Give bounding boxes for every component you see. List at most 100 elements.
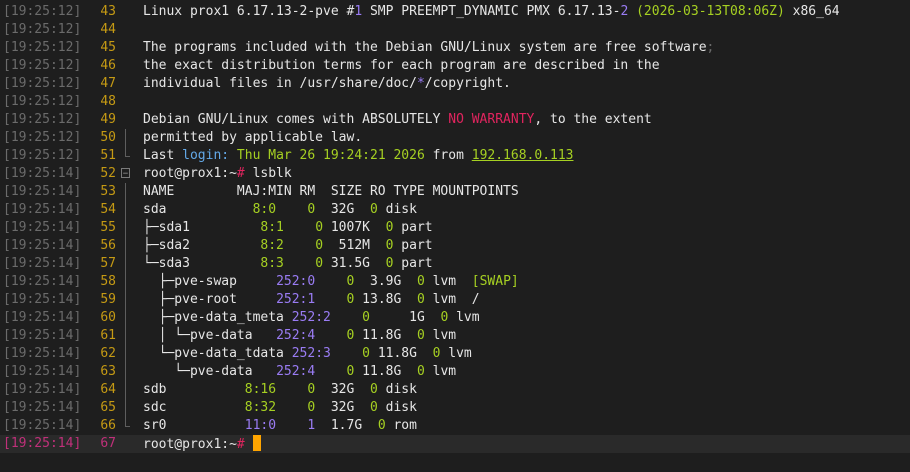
- line-number: 44: [100, 22, 116, 37]
- text-segment: 32G: [315, 382, 370, 397]
- line-timestamp: [19:25:14]: [3, 382, 82, 397]
- line-number: 48: [100, 94, 116, 109]
- text-segment: 252:4: [276, 328, 316, 343]
- terminal-line: [19:25:14] 52 root@prox1:~# lsblk: [0, 165, 910, 183]
- text-segment: individual files in /usr/share/doc/: [143, 76, 417, 91]
- text-segment: 8:1: [260, 220, 284, 235]
- terminal-line: [19:25:12] 47 individual files in /usr/sha…: [0, 75, 910, 93]
- terminal-line: [19:25:14] 53 NAME MAJ:MIN RM SIZE RO TYPE…: [0, 183, 910, 201]
- text-segment: 32G: [315, 400, 370, 415]
- text-segment: 0: [315, 220, 324, 235]
- fold-guide: [121, 147, 131, 165]
- text-segment: rom: [385, 418, 417, 433]
- text-segment: ├─pve-root: [143, 292, 277, 307]
- line-timestamp: [19:25:14]: [3, 202, 82, 217]
- text-segment: disk: [377, 400, 417, 415]
- terminal-line: [19:25:12] 43 Linux prox1 6.17.13-2-pve #1…: [0, 3, 910, 21]
- fold-guide: [121, 201, 131, 219]
- text-segment: [284, 238, 315, 253]
- line-timestamp: [19:25:14]: [3, 400, 82, 415]
- terminal-line: [19:25:14] 58 ├─pve-swap 252:0 0 3.9G 0 l…: [0, 273, 910, 291]
- text-segment: 1007K: [323, 220, 386, 235]
- fold-guide: [121, 399, 131, 417]
- text-segment: [276, 202, 307, 217]
- text-segment: part: [393, 220, 433, 235]
- line-timestamp: [19:25:14]: [3, 328, 82, 343]
- fold-guide: [121, 309, 131, 327]
- text-segment: root@prox1:~: [143, 437, 237, 452]
- terminal-line: [19:25:12] 51 Last login: Thu Mar 26 19:24…: [0, 147, 910, 165]
- line-text: NAME MAJ:MIN RM SIZE RO TYPE MOUNTPOINTS: [143, 183, 519, 201]
- text-segment: └─pve-data_tdata: [143, 346, 292, 361]
- text-segment: #: [236, 437, 245, 452]
- text-segment: 252:2: [291, 310, 331, 325]
- text-segment: login:: [182, 148, 230, 163]
- line-timestamp: [19:25:14]: [3, 166, 82, 181]
- text-segment: 0: [370, 202, 378, 217]
- text-segment: 252:4: [276, 364, 316, 379]
- text-segment: 0: [370, 400, 378, 415]
- text-segment: 0: [362, 310, 370, 325]
- text-segment: 252:1: [276, 292, 316, 307]
- text-segment: NAME MAJ:MIN RM SIZE RO TYPE MOUNTPOINTS: [143, 184, 519, 199]
- text-segment: lvm: [424, 274, 472, 289]
- terminal-line: [19:25:12] 46 the exact distribution terms…: [0, 57, 910, 75]
- line-number: 51: [100, 148, 116, 163]
- terminal-line: [19:25:14] 60 ├─pve-data_tmeta 252:2 0 1G…: [0, 309, 910, 327]
- fold-collapse-icon[interactable]: [121, 165, 131, 183]
- text-segment: 11.8G: [354, 328, 417, 343]
- text-segment: 0: [315, 238, 324, 253]
- text-segment: sdb: [143, 382, 245, 397]
- text-segment: 1: [354, 4, 363, 19]
- line-number: 67: [100, 436, 116, 451]
- line-timestamp: [19:25:14]: [3, 274, 82, 289]
- text-segment: [276, 418, 307, 433]
- fold-guide: [121, 129, 131, 147]
- terminal-line: [19:25:14] 66 sr0 11:0 1 1.7G 0 rom: [0, 417, 910, 435]
- line-text: Last login: Thu Mar 26 19:24:21 2026 fro…: [143, 147, 574, 165]
- text-segment: 8:0: [252, 202, 277, 217]
- text-segment: lsblk: [244, 166, 292, 181]
- line-text: └─pve-data_tdata 252:3 0 11.8G 0 lvm: [143, 345, 472, 363]
- text-segment: 0: [362, 346, 370, 361]
- text-segment: disk: [377, 202, 417, 217]
- text-segment: ├─pve-swap: [143, 274, 277, 289]
- line-number: 46: [100, 58, 116, 73]
- line-timestamp: [19:25:12]: [3, 112, 82, 127]
- line-text: The programs included with the Debian GN…: [143, 39, 714, 57]
- text-segment: ├─pve-data_tmeta: [143, 310, 292, 325]
- text-segment: [628, 4, 636, 19]
- terminal-line: [19:25:12] 49 Debian GNU/Linux comes with …: [0, 111, 910, 129]
- line-text: └─pve-data 252:4 0 11.8G 0 lvm: [143, 363, 456, 381]
- line-text: sr0 11:0 1 1.7G 0 rom: [143, 417, 417, 435]
- text-segment: [245, 437, 253, 452]
- line-text: root@prox1:~#: [143, 435, 261, 454]
- line-number: 45: [100, 40, 116, 55]
- line-number: 43: [100, 4, 116, 19]
- line-number: 59: [100, 292, 116, 307]
- line-text: Linux prox1 6.17.13-2-pve #1 SMP PREEMPT…: [143, 3, 840, 21]
- text-segment: 1.7G: [315, 418, 378, 433]
- text-segment: 0: [416, 292, 425, 307]
- line-timestamp: [19:25:12]: [3, 148, 82, 163]
- text-segment: 3.9G: [354, 274, 417, 289]
- fold-guide: [121, 291, 131, 309]
- fold-guide: [121, 255, 131, 273]
- text-segment: [331, 310, 362, 325]
- line-number: 53: [100, 184, 116, 199]
- text-segment: The programs included with the Debian GN…: [143, 40, 707, 55]
- text-segment: 31.5G: [323, 256, 386, 271]
- text-segment: Thu Mar 26 19:24:21 2026: [229, 148, 425, 163]
- terminal-window[interactable]: [19:25:12] 43 Linux prox1 6.17.13-2-pve #1…: [0, 0, 910, 472]
- text-segment: [284, 256, 315, 271]
- line-timestamp: [19:25:12]: [3, 40, 82, 55]
- line-number: 63: [100, 364, 116, 379]
- fold-guide: [121, 345, 131, 363]
- text-segment: [331, 346, 362, 361]
- line-timestamp: [19:25:12]: [3, 130, 82, 145]
- text-segment: (2026-03-13T08:06Z): [636, 4, 785, 19]
- text-segment: [SWAP]: [471, 274, 519, 289]
- text-segment: ├─sda1: [143, 220, 261, 235]
- text-segment: [284, 220, 315, 235]
- line-timestamp: [19:25:12]: [3, 58, 82, 73]
